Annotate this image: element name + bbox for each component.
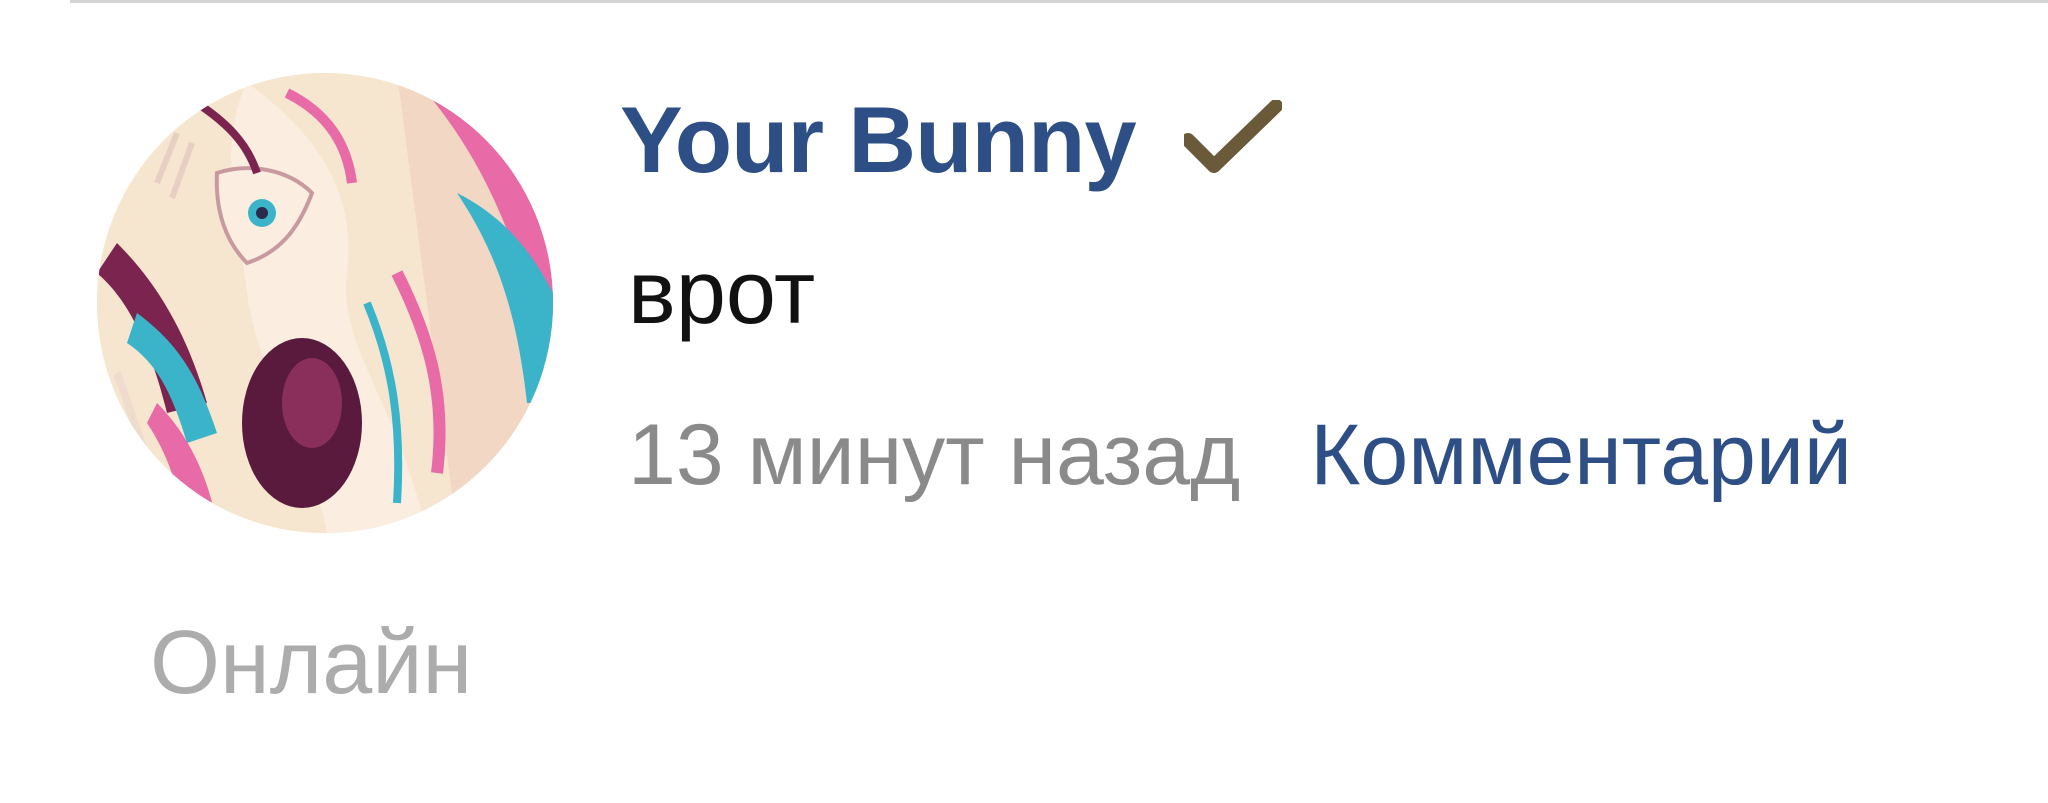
avatar-image (97, 73, 553, 533)
checkmark-icon (1183, 100, 1282, 180)
online-status: Онлайн (150, 613, 473, 713)
comment-meta: 13 минут назад Комментарий (628, 412, 1852, 498)
timestamp: 13 минут назад (628, 407, 1241, 503)
comment-text: врот (628, 243, 816, 343)
author-name[interactable]: Your Bunny (620, 93, 1137, 187)
avatar[interactable] (97, 73, 553, 533)
reply-link[interactable]: Комментарий (1310, 412, 1852, 498)
comment-item: Your Bunny врот 13 минут назад Комментар… (0, 0, 2048, 803)
author-row: Your Bunny (620, 80, 1282, 200)
